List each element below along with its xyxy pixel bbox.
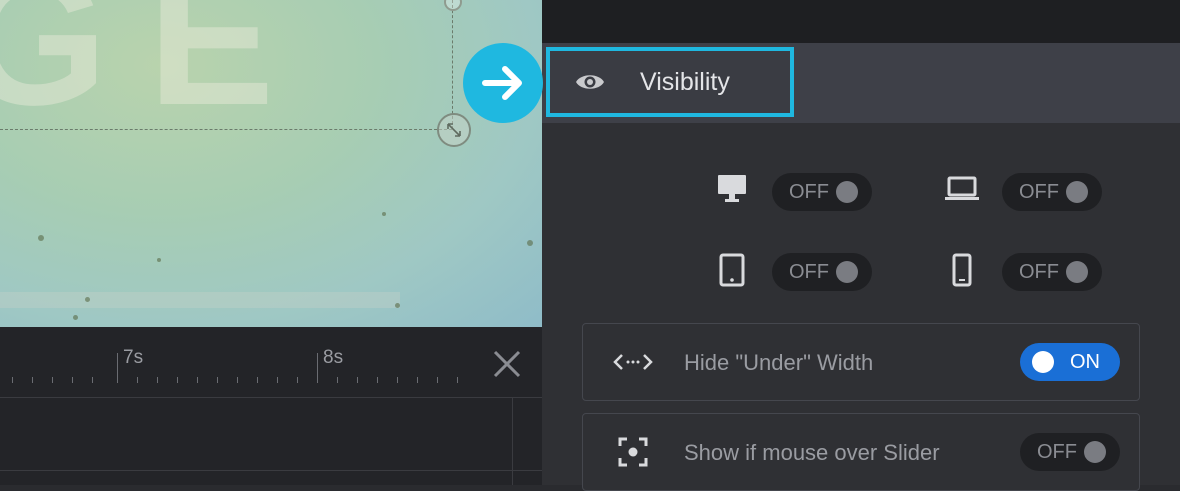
texture-spot bbox=[395, 303, 400, 308]
tab-visibility[interactable]: Visibility bbox=[546, 47, 794, 117]
device-desktop bbox=[712, 173, 752, 203]
option-show-on-hover: Show if mouse over Slider OFF bbox=[582, 413, 1140, 491]
panel-tab-bar: Visibility bbox=[542, 43, 1180, 123]
toggle-state-label: ON bbox=[1070, 351, 1100, 373]
timeline-ruler[interactable]: 7s 8s bbox=[0, 327, 542, 398]
mobile-icon bbox=[942, 253, 982, 287]
focus-target-icon bbox=[611, 436, 655, 468]
ruler-tick bbox=[92, 377, 93, 383]
desktop-visibility-toggle[interactable]: OFF bbox=[772, 173, 872, 211]
device-tablet bbox=[712, 253, 752, 287]
ruler-tick bbox=[357, 377, 358, 383]
ruler-tick bbox=[377, 377, 378, 383]
width-arrows-icon bbox=[611, 346, 655, 378]
eye-icon bbox=[574, 71, 608, 93]
toggle-knob bbox=[1084, 441, 1106, 463]
texture-spot bbox=[73, 315, 78, 320]
ruler-label-7s: 7s bbox=[123, 347, 144, 368]
layer-settings-panel: Visibility OFF OFF OFF OFF Hide "Under" … bbox=[542, 0, 1180, 491]
option-hide-under-width: Hide "Under" Width ON bbox=[582, 323, 1140, 401]
ruler-tick bbox=[197, 377, 198, 383]
ruler-tick bbox=[297, 377, 298, 383]
texture-spot bbox=[382, 212, 386, 216]
ruler-tick-major bbox=[317, 353, 318, 383]
ruler-tick bbox=[417, 377, 418, 383]
texture-spot bbox=[157, 258, 161, 262]
ruler-tick bbox=[32, 377, 33, 383]
layer-heading-text[interactable]: GE bbox=[0, 0, 315, 148]
desktop-icon bbox=[712, 173, 752, 203]
ruler-tick bbox=[217, 377, 218, 383]
ruler-tick bbox=[277, 377, 278, 383]
close-timeline-button[interactable] bbox=[490, 347, 524, 381]
toggle-knob bbox=[836, 181, 858, 203]
ruler-tick bbox=[257, 377, 258, 383]
ruler-tick bbox=[137, 377, 138, 383]
ruler-tick bbox=[52, 377, 53, 383]
laptop-visibility-toggle[interactable]: OFF bbox=[1002, 173, 1102, 211]
ruler-tick bbox=[457, 377, 458, 383]
ruler-tick bbox=[237, 377, 238, 383]
timeline-row-divider bbox=[0, 470, 542, 471]
toggle-knob bbox=[1066, 181, 1088, 203]
option-label: Show if mouse over Slider bbox=[684, 440, 940, 465]
timeline: 7s 8s bbox=[0, 327, 542, 485]
callout-arrow-badge bbox=[463, 43, 543, 123]
texture-spot bbox=[527, 240, 533, 246]
toggle-state-label: OFF bbox=[789, 261, 829, 283]
panel-top-bar bbox=[542, 0, 1180, 43]
timeline-divider bbox=[512, 397, 513, 485]
toggle-state-label: OFF bbox=[789, 181, 829, 203]
arrow-right-icon bbox=[482, 66, 522, 100]
option-label: Hide "Under" Width bbox=[684, 350, 874, 375]
ruler-tick bbox=[397, 377, 398, 383]
resize-handle[interactable] bbox=[437, 113, 471, 147]
toggle-state-label: OFF bbox=[1019, 181, 1059, 203]
toggle-knob bbox=[1032, 351, 1054, 373]
ruler-tick bbox=[157, 377, 158, 383]
ruler-tick bbox=[72, 377, 73, 383]
tab-visibility-label: Visibility bbox=[640, 67, 730, 96]
toggle-state-label: OFF bbox=[1019, 261, 1059, 283]
device-mobile bbox=[942, 253, 982, 287]
rotate-handle[interactable] bbox=[444, 0, 462, 11]
texture-spot bbox=[38, 235, 44, 241]
ruler-tick bbox=[177, 377, 178, 383]
resize-diagonal-icon bbox=[447, 123, 461, 137]
layer-bar-shape bbox=[0, 292, 400, 308]
ruler-tick bbox=[437, 377, 438, 383]
ruler-label-8s: 8s bbox=[323, 347, 344, 368]
selection-border bbox=[0, 129, 452, 130]
tablet-visibility-toggle[interactable]: OFF bbox=[772, 253, 872, 291]
slide-canvas[interactable]: GE bbox=[0, 0, 542, 327]
close-icon bbox=[493, 350, 521, 378]
show-on-hover-toggle[interactable]: OFF bbox=[1020, 433, 1120, 471]
tablet-icon bbox=[712, 253, 752, 287]
texture-spot bbox=[85, 297, 90, 302]
device-laptop bbox=[942, 173, 982, 203]
toggle-knob bbox=[1066, 261, 1088, 283]
selection-border bbox=[452, 0, 453, 129]
mobile-visibility-toggle[interactable]: OFF bbox=[1002, 253, 1102, 291]
hide-under-width-toggle[interactable]: ON bbox=[1020, 343, 1120, 381]
toggle-state-label: OFF bbox=[1037, 441, 1077, 463]
toggle-knob bbox=[836, 261, 858, 283]
ruler-tick bbox=[12, 377, 13, 383]
ruler-tick-major bbox=[117, 353, 118, 383]
ruler-tick bbox=[337, 377, 338, 383]
laptop-icon bbox=[942, 173, 982, 203]
